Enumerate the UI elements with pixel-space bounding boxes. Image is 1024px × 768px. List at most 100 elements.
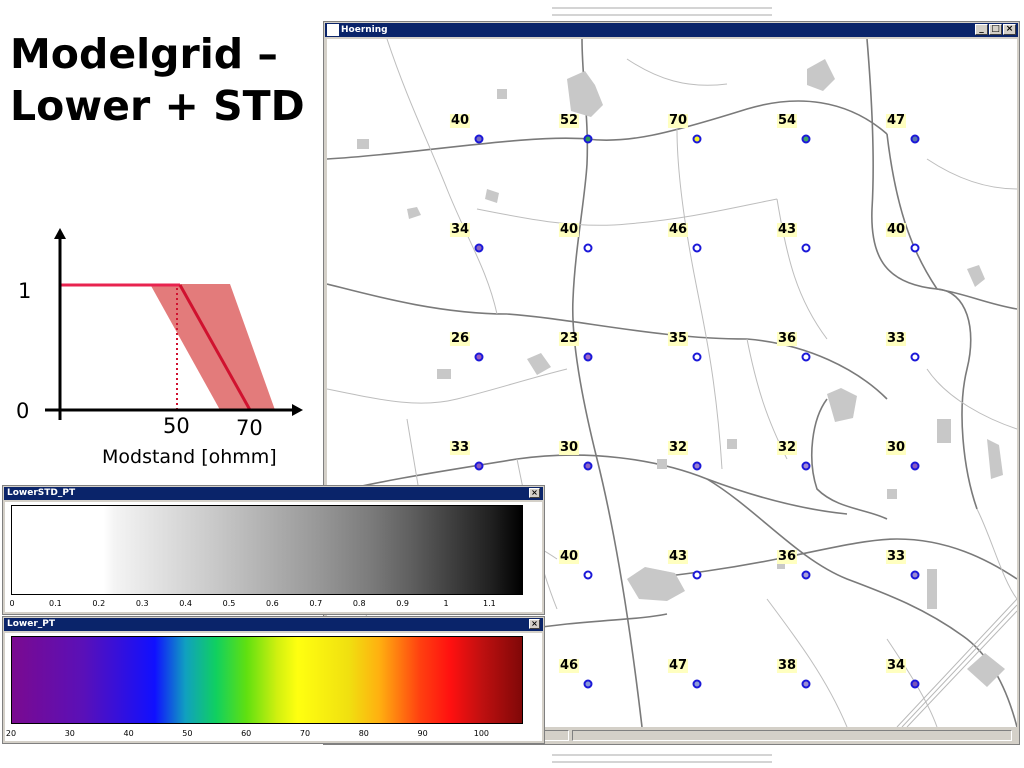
sample-point-label: 34 [449, 222, 471, 237]
lowerstd-legend-titlebar[interactable]: LowerSTD_PT × [4, 487, 543, 500]
sample-point-label: 32 [667, 440, 689, 455]
tick-label: 0.9 [396, 599, 409, 608]
y-axis-arrow [54, 228, 66, 239]
sample-point-marker[interactable] [692, 570, 702, 580]
sample-point-label: 46 [558, 658, 580, 673]
sample-point-label: 33 [449, 440, 471, 455]
sample-point-label: 36 [776, 331, 798, 346]
tick-label: 0.3 [135, 599, 149, 608]
sample-point-label: 43 [667, 549, 689, 564]
lower-legend-title: Lower_PT [7, 619, 56, 629]
sample-point-label: 52 [558, 113, 580, 128]
slide-title-line2: Lower + STD [10, 82, 305, 130]
sample-point-label: 30 [885, 440, 907, 455]
x-tick-50: 50 [163, 414, 190, 438]
tick-label: 0 [9, 599, 15, 608]
sample-point-label: 23 [558, 331, 580, 346]
x-tick-70: 70 [236, 416, 263, 440]
sample-point-marker[interactable] [474, 461, 484, 471]
sample-point-marker[interactable] [910, 134, 920, 144]
sample-point-label: 47 [885, 113, 907, 128]
sample-point-label: 40 [885, 222, 907, 237]
bottom-decor-line-1 [552, 754, 772, 756]
y-label-1: 1 [18, 279, 31, 303]
tick-label: 50 [182, 729, 193, 738]
sample-point-marker[interactable] [910, 352, 920, 362]
sample-point-marker[interactable] [801, 679, 811, 689]
tick-label: 0.1 [49, 599, 62, 608]
sample-point-label: 33 [885, 331, 907, 346]
tick-label: 60 [241, 729, 252, 738]
sample-point-marker[interactable] [692, 134, 702, 144]
sample-point-marker[interactable] [474, 134, 484, 144]
close-button[interactable]: × [1003, 24, 1016, 35]
sample-point-label: 34 [885, 658, 907, 673]
sample-point-marker[interactable] [801, 570, 811, 580]
sample-point-label: 35 [667, 331, 689, 346]
lower-legend-titlebar[interactable]: Lower_PT × [4, 618, 543, 631]
sample-point-marker[interactable] [583, 243, 593, 253]
sample-point-marker[interactable] [692, 352, 702, 362]
y-label-0: 0 [16, 399, 29, 423]
sample-point-label: 40 [558, 222, 580, 237]
sample-point-label: 46 [667, 222, 689, 237]
sample-point-label: 40 [449, 113, 471, 128]
sample-point-marker[interactable] [583, 570, 593, 580]
sample-point-marker[interactable] [692, 243, 702, 253]
sample-point-marker[interactable] [474, 243, 484, 253]
sample-point-marker[interactable] [474, 352, 484, 362]
sample-point-label: 54 [776, 113, 798, 128]
tick-label: 100 [473, 729, 490, 738]
sample-point-label: 70 [667, 113, 689, 128]
sample-point-label: 26 [449, 331, 471, 346]
tick-label: 0.6 [266, 599, 279, 608]
sample-point-marker[interactable] [910, 243, 920, 253]
tick-label: 70 [299, 729, 311, 738]
bottom-decor-line-2 [552, 761, 772, 763]
lower-close-button[interactable]: × [529, 619, 540, 629]
sample-point-marker[interactable] [692, 679, 702, 689]
sample-point-label: 30 [558, 440, 580, 455]
sample-point-marker[interactable] [583, 461, 593, 471]
tick-label: 90 [417, 729, 428, 738]
lower-legend-window[interactable]: Lower_PT × 20 30 40 50 60 70 80 90 100 [2, 616, 545, 744]
minimize-button[interactable]: _ [975, 24, 988, 35]
slide-title: Modelgrid – Lower + STD [10, 28, 305, 132]
sample-point-label: 43 [776, 222, 798, 237]
sample-point-marker[interactable] [801, 134, 811, 144]
tick-label: 0.8 [352, 599, 366, 608]
sample-point-marker[interactable] [583, 352, 593, 362]
maximize-button[interactable]: □ [989, 24, 1002, 35]
map-window-title: Hoerning [341, 25, 388, 35]
app-icon [327, 24, 339, 36]
tick-label: 40 [123, 729, 134, 738]
sample-point-marker[interactable] [692, 461, 702, 471]
tick-label: 0.2 [92, 599, 106, 608]
sample-point-label: 47 [667, 658, 689, 673]
lowerstd-legend-window[interactable]: LowerSTD_PT × 0 0.1 0.2 0.3 0.4 0.5 0.6 0.7 0.8 0… [2, 485, 545, 615]
lowerstd-close-button[interactable]: × [529, 488, 540, 498]
sample-point-label: 33 [885, 549, 907, 564]
sample-point-marker[interactable] [910, 679, 920, 689]
sample-point-marker[interactable] [801, 461, 811, 471]
sample-point-label: 32 [776, 440, 798, 455]
tick-label: 30 [64, 729, 75, 738]
tick-label: 0.5 [222, 599, 236, 608]
sample-point-marker[interactable] [910, 461, 920, 471]
sample-point-marker[interactable] [583, 679, 593, 689]
sample-point-marker[interactable] [583, 134, 593, 144]
slide-title-line1: Modelgrid – [10, 30, 278, 78]
lower-legend-body: 20 30 40 50 60 70 80 90 100 [5, 633, 542, 741]
sample-point-marker[interactable] [801, 352, 811, 362]
sample-point-marker[interactable] [910, 570, 920, 580]
top-decor-line-2 [552, 14, 772, 16]
map-window-titlebar[interactable]: Hoerning _ □ × [325, 23, 1018, 37]
sample-point-marker[interactable] [801, 243, 811, 253]
tick-label: 1.1 [483, 599, 496, 608]
x-axis-arrow [292, 404, 303, 416]
tick-label: 0.7 [309, 599, 323, 608]
lowerstd-tick-labels: 0 0.1 0.2 0.3 0.4 0.5 0.6 0.7 0.8 0.9 1 1.1 [5, 502, 544, 612]
lowerstd-legend-title: LowerSTD_PT [7, 488, 76, 498]
lowerstd-legend-body: 0 0.1 0.2 0.3 0.4 0.5 0.6 0.7 0.8 0.9 1 1.1 [5, 502, 542, 612]
membership-diagram: 1 0 50 70 Modstand [ohmm] [16, 228, 303, 468]
